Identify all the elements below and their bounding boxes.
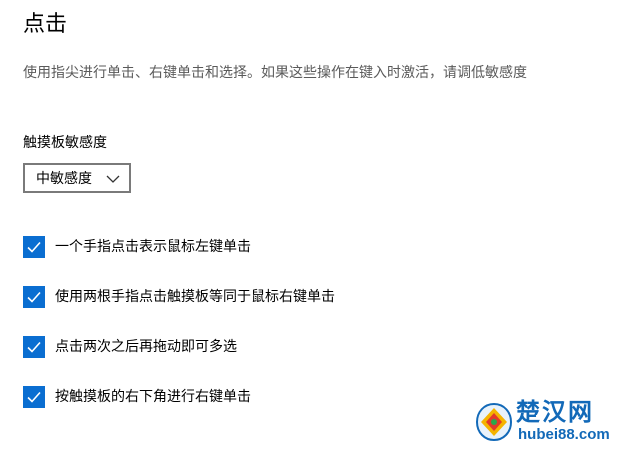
section-title: 点击: [23, 12, 68, 37]
touchpad-settings-page: 点击 使用指尖进行单击、右键单击和选择。如果这些操作在键入时激活，请调低敏感度 …: [0, 0, 640, 450]
checkmark-icon: [27, 241, 41, 253]
option-bottom-right-corner[interactable]: 按触摸板的右下角进行右键单击: [23, 386, 251, 408]
option-one-finger-tap[interactable]: 一个手指点击表示鼠标左键单击: [23, 236, 251, 258]
option-label: 使用两根手指点击触摸板等同于鼠标右键单击: [55, 289, 335, 305]
checkbox-two-finger-tap[interactable]: [23, 286, 45, 308]
checkbox-bottom-right-corner[interactable]: [23, 386, 45, 408]
watermark-logo-icon: [475, 402, 513, 442]
sensitivity-label: 触摸板敏感度: [23, 135, 107, 151]
checkmark-icon: [27, 341, 41, 353]
chevron-down-icon: [106, 175, 120, 183]
checkbox-tap-twice-drag[interactable]: [23, 336, 45, 358]
section-description: 使用指尖进行单击、右键单击和选择。如果这些操作在键入时激活，请调低敏感度: [23, 65, 527, 81]
watermark: 楚汉网 hubei88.com: [474, 398, 636, 446]
option-two-finger-tap[interactable]: 使用两根手指点击触摸板等同于鼠标右键单击: [23, 286, 335, 308]
option-label: 按触摸板的右下角进行右键单击: [55, 389, 251, 405]
option-label: 点击两次之后再拖动即可多选: [55, 339, 237, 355]
option-label: 一个手指点击表示鼠标左键单击: [55, 239, 251, 255]
checkmark-icon: [27, 391, 41, 403]
watermark-title: 楚汉网: [516, 398, 594, 426]
option-tap-twice-drag[interactable]: 点击两次之后再拖动即可多选: [23, 336, 237, 358]
sensitivity-selected-value: 中敏感度: [36, 171, 92, 187]
checkmark-icon: [27, 291, 41, 303]
watermark-url: hubei88.com: [518, 426, 610, 443]
checkbox-one-finger-tap[interactable]: [23, 236, 45, 258]
sensitivity-dropdown[interactable]: 中敏感度: [23, 163, 131, 193]
